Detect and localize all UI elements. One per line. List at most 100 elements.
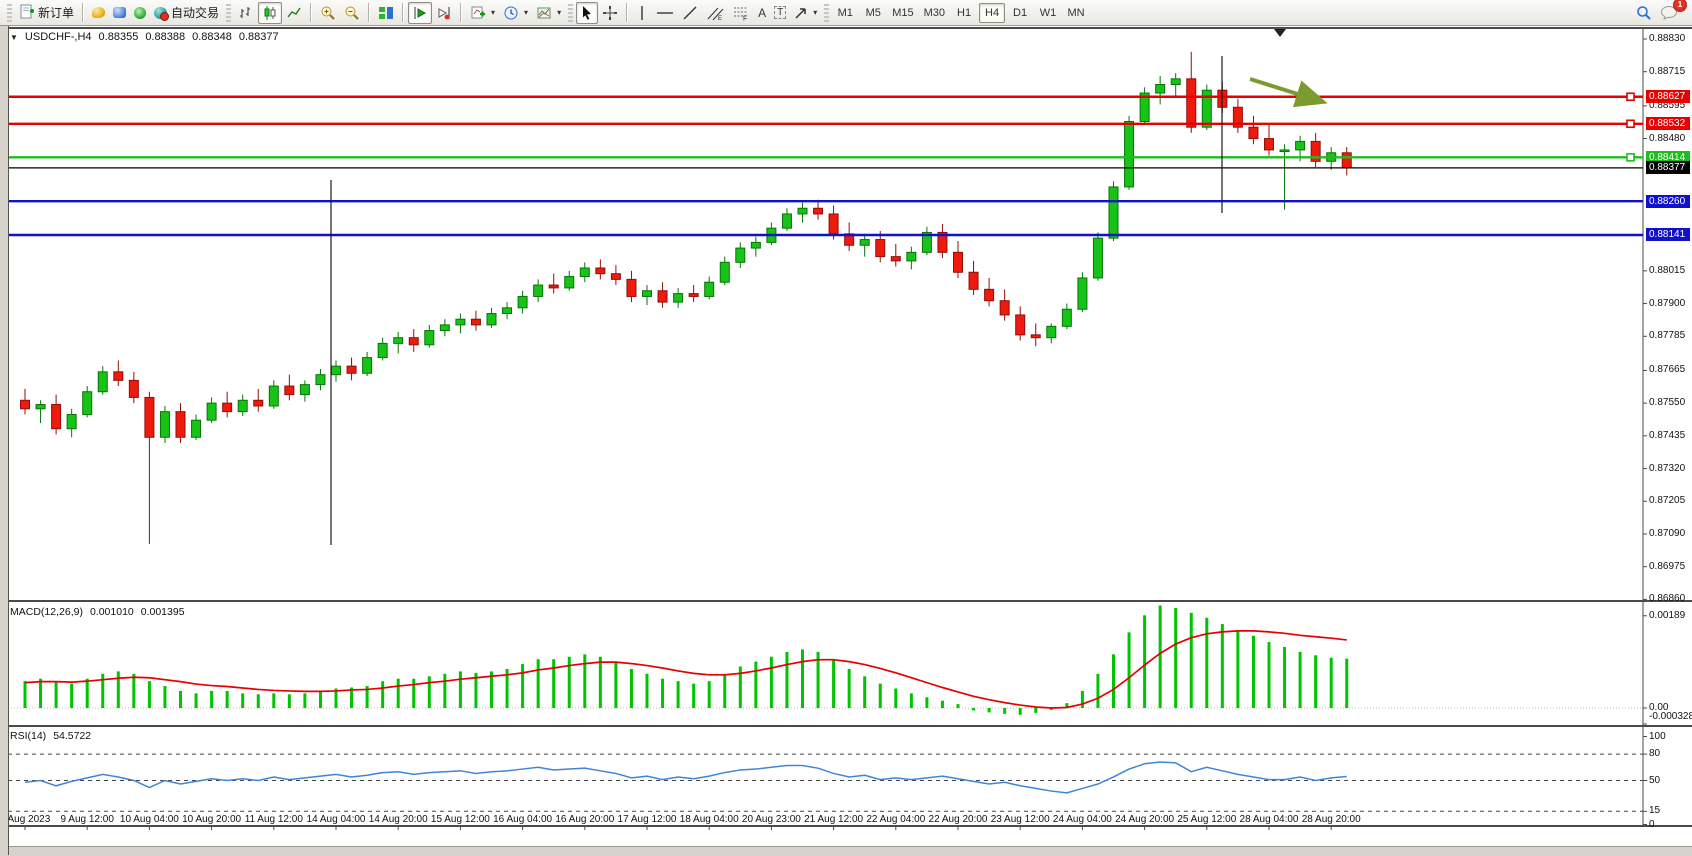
trendline-tool[interactable] — [678, 2, 702, 24]
rsi-name: RSI(14) — [10, 730, 46, 742]
candlestick-chart-button[interactable] — [258, 2, 282, 24]
one-click-collapse-icon[interactable]: ▼ — [10, 33, 18, 42]
shapes-tool[interactable]: ▾ — [790, 2, 821, 24]
separator — [460, 3, 462, 22]
macd-signal-line — [25, 631, 1347, 708]
toolbar-grip[interactable] — [824, 4, 829, 22]
fibonacci-tool[interactable]: F — [728, 2, 754, 24]
crosshair-icon — [602, 5, 618, 21]
candle-body — [549, 285, 558, 288]
candle-body — [689, 294, 698, 297]
svg-text:E: E — [718, 16, 722, 21]
line-handle[interactable] — [1627, 93, 1634, 100]
channel-icon: E — [706, 5, 724, 21]
chart-title: ▼ USDCHF-,H4 0.88355 0.88388 0.88348 0.8… — [10, 31, 279, 43]
chart-shift-button[interactable] — [432, 2, 456, 24]
rsi-label: RSI(14) 54.5722 — [10, 730, 91, 742]
timeframe-MN[interactable]: MN — [1063, 3, 1089, 23]
search-button[interactable] — [1632, 2, 1656, 24]
toolbar-grip[interactable] — [568, 4, 573, 22]
candle-body — [1156, 85, 1165, 94]
bar-chart-button[interactable] — [234, 2, 258, 24]
macd-signal-value: 0.001395 — [141, 606, 185, 618]
timeframe-M30[interactable]: M30 — [920, 3, 949, 23]
timeframe-group: M1M5M15M30H1H4D1W1MN — [832, 3, 1089, 23]
signals-button[interactable] — [130, 2, 150, 24]
toolbar-grip[interactable] — [226, 4, 231, 22]
candle-body — [1171, 79, 1180, 85]
candle-body — [36, 405, 45, 409]
candle-body — [611, 274, 620, 280]
candle-body — [643, 291, 652, 297]
candle-body — [192, 420, 201, 437]
zoom-in-icon — [320, 5, 336, 21]
auto-scroll-button[interactable] — [408, 2, 432, 24]
candle-body — [145, 397, 154, 437]
zoom-in-button[interactable] — [316, 2, 340, 24]
candle-body — [1187, 79, 1196, 127]
tile-windows-button[interactable] — [374, 2, 398, 24]
chart-canvas[interactable] — [0, 26, 1692, 855]
period-button[interactable]: ▾ — [499, 2, 532, 24]
candle-body — [207, 403, 216, 420]
charts-profile-button[interactable] — [88, 2, 109, 24]
text-tool[interactable]: A — [754, 2, 770, 24]
candle-body — [1078, 278, 1087, 309]
template-button[interactable]: ▾ — [532, 2, 565, 24]
close-value: 0.88377 — [239, 31, 279, 43]
macd-name: MACD(12,26,9) — [10, 606, 83, 618]
candle-body — [176, 412, 185, 438]
candle-body — [67, 415, 76, 429]
timeframe-H1[interactable]: H1 — [951, 3, 977, 23]
vertical-line-tool[interactable] — [632, 2, 652, 24]
auto-trading-button[interactable]: 自动交易 — [150, 2, 223, 24]
line-chart-icon — [286, 5, 302, 21]
zoom-out-icon — [344, 5, 360, 21]
zoom-out-button[interactable] — [340, 2, 364, 24]
timeframe-M15[interactable]: M15 — [888, 3, 917, 23]
crosshair-button[interactable] — [598, 2, 622, 24]
chart-shift-icon — [436, 5, 452, 21]
channel-tool[interactable]: E — [702, 2, 728, 24]
new-order-label: 新订单 — [38, 4, 74, 21]
chevron-down-icon: ▾ — [491, 8, 495, 17]
candle-body — [1109, 187, 1118, 238]
candle-body — [1093, 238, 1102, 278]
candle-body — [394, 338, 403, 344]
candle-body — [985, 289, 994, 300]
text-label-tool[interactable]: T — [770, 2, 790, 24]
auto-scroll-icon — [412, 5, 428, 21]
timeframe-M5[interactable]: M5 — [860, 3, 886, 23]
timeframe-M1[interactable]: M1 — [832, 3, 858, 23]
candle-body — [1062, 309, 1071, 326]
market-blue-icon — [113, 7, 126, 18]
fibonacci-icon: F — [732, 5, 750, 21]
candle-body — [969, 272, 978, 289]
line-chart-button[interactable] — [282, 2, 306, 24]
candle-body — [891, 257, 900, 261]
candle-body — [954, 252, 963, 272]
candle-body — [1265, 139, 1274, 150]
new-order-button[interactable]: 新订单 — [15, 2, 78, 24]
horizontal-line-tool[interactable] — [652, 2, 678, 24]
text-label-icon: T — [774, 6, 786, 19]
notifications-button[interactable]: 1 — [1656, 2, 1682, 24]
candle-body — [440, 325, 449, 331]
line-handle[interactable] — [1627, 120, 1634, 127]
candle-body — [798, 208, 807, 214]
shapes-arrow-icon — [794, 6, 808, 20]
market-watch-button[interactable] — [109, 2, 130, 24]
candle-body — [860, 240, 869, 246]
line-handle[interactable] — [1627, 154, 1634, 161]
separator — [82, 3, 84, 22]
high-value: 0.88388 — [145, 31, 185, 43]
toolbar-grip[interactable] — [7, 4, 12, 22]
timeframe-D1[interactable]: D1 — [1007, 3, 1033, 23]
candle-body — [705, 282, 714, 296]
timeframe-W1[interactable]: W1 — [1035, 3, 1061, 23]
candle-body — [83, 392, 92, 415]
candle-body — [300, 385, 309, 395]
timeframe-H4[interactable]: H4 — [979, 3, 1005, 23]
indicators-button[interactable]: ▾ — [466, 2, 499, 24]
cursor-button[interactable] — [576, 2, 598, 24]
